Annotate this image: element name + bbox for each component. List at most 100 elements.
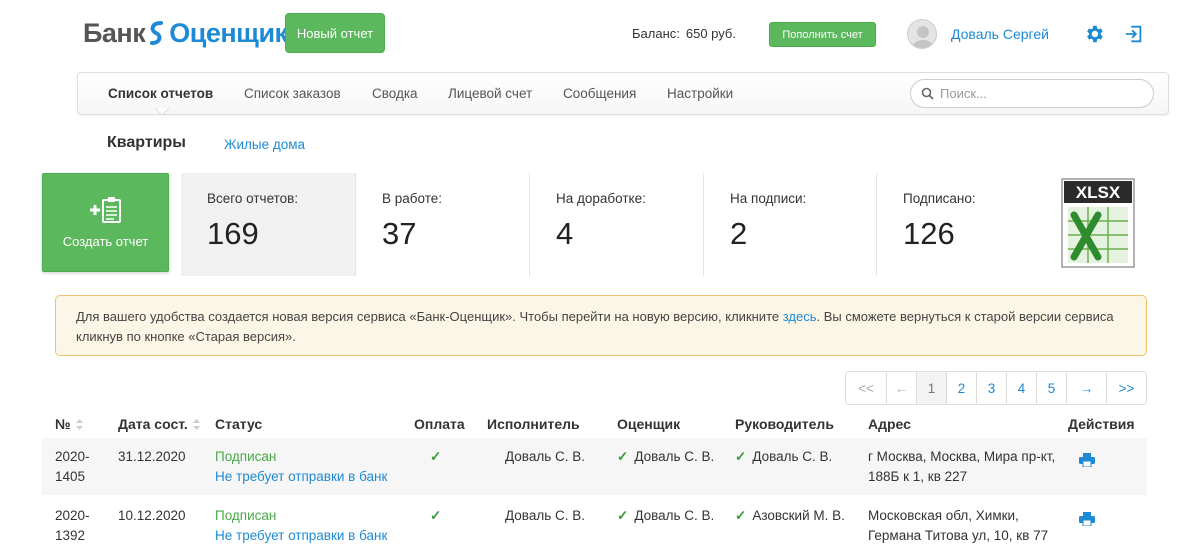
address-line1: г Москва, Москва, Мира пр-кт, <box>868 449 1056 464</box>
print-icon[interactable] <box>1079 512 1095 526</box>
manager-name: Доваль С. В. <box>752 449 833 464</box>
stat-value: 169 <box>207 216 259 251</box>
stat-label: На подписи: <box>730 191 807 206</box>
search-icon <box>921 87 934 100</box>
sort-icon <box>192 419 200 430</box>
status-note-link[interactable]: Не требует отправки в банк <box>215 526 387 546</box>
page-first[interactable]: << <box>846 372 886 404</box>
page-3[interactable]: 3 <box>976 372 1006 404</box>
stat-signed: Подписано: 126 <box>876 173 1050 276</box>
manager-name: Азовский М. В. <box>752 508 845 523</box>
column-header-date[interactable]: Дата сост. <box>118 416 200 432</box>
executor: Доваль С. В. <box>505 449 585 464</box>
balance-value: 650 руб. <box>685 26 736 41</box>
nav-item-orders[interactable]: Список заказов <box>244 86 341 101</box>
balance-label: Баланс: <box>632 26 680 41</box>
column-header-address: Адрес <box>868 416 911 432</box>
report-number-line1: 2020- <box>55 449 90 464</box>
address: Московская обл, Химки, Германа Титова ул… <box>868 506 1048 546</box>
page-last[interactable]: >> <box>1106 372 1146 404</box>
xlsx-label: XLSX <box>1076 183 1121 202</box>
page-prev[interactable]: ← <box>886 372 916 404</box>
executor: Доваль С. В. <box>505 508 585 523</box>
report-number-line2: 1405 <box>55 469 86 484</box>
stat-label: На доработке: <box>556 191 646 206</box>
appraiser: ✓ Доваль С. В. <box>617 447 714 467</box>
appraiser-name: Доваль С. В. <box>634 449 715 464</box>
column-header-actions: Действия <box>1068 416 1135 432</box>
user-name-link[interactable]: Доваль Сергей <box>951 26 1049 42</box>
column-header-manager: Руководитель <box>735 416 834 432</box>
payment-check-icon: ✓ <box>430 508 442 523</box>
report-status: Подписан Не требует отправки в банк <box>215 506 387 546</box>
report-date: 31.12.2020 <box>118 449 186 464</box>
report-number: 2020- 1405 <box>55 447 90 487</box>
status-note-link[interactable]: Не требует отправки в банк <box>215 467 387 487</box>
avatar[interactable] <box>907 19 937 49</box>
notice-link-here[interactable]: здесь <box>783 309 817 324</box>
report-status: Подписан Не требует отправки в банк <box>215 447 387 487</box>
page-next[interactable]: → <box>1066 372 1106 404</box>
stat-label: Всего отчетов: <box>207 191 299 206</box>
search-box <box>910 79 1154 108</box>
address-line2: 188Б к 1, кв 227 <box>868 469 968 484</box>
nav-item-reports[interactable]: Список отчетов <box>108 86 213 101</box>
report-number-line1: 2020- <box>55 508 90 523</box>
logo[interactable]: Банк Оценщик <box>83 14 288 52</box>
report-number: 2020- 1392 <box>55 506 90 546</box>
table-row[interactable]: 2020- 1392 10.12.2020 Подписан Не требуе… <box>42 497 1147 554</box>
sort-icon <box>75 419 83 430</box>
nav-item-settings[interactable]: Настройки <box>667 86 733 101</box>
nav-item-summary[interactable]: Сводка <box>372 86 418 101</box>
create-report-button[interactable]: Создать отчет <box>42 173 169 272</box>
table-row[interactable]: 2020- 1405 31.12.2020 Подписан Не требуе… <box>42 438 1147 495</box>
column-label: № <box>55 416 71 432</box>
column-label: Дата сост. <box>118 416 188 432</box>
column-header-number[interactable]: № <box>55 416 83 432</box>
page-5[interactable]: 5 <box>1036 372 1066 404</box>
new-version-notice: Для вашего удобства создается новая верс… <box>55 295 1147 356</box>
stat-label: В работе: <box>382 191 443 206</box>
payment-check-icon: ✓ <box>430 449 442 464</box>
stat-value: 2 <box>730 216 748 251</box>
stat-value: 126 <box>903 216 955 251</box>
add-document-icon <box>89 197 121 223</box>
manager: ✓ Азовский М. В. <box>735 506 845 526</box>
address-line2: Германа Титова ул, 10, кв 77 <box>868 528 1049 543</box>
active-tab-caret <box>155 108 169 116</box>
logo-text-appraiser: Оценщик <box>169 17 288 48</box>
balance: Баланс: 650 руб. <box>632 26 736 41</box>
stat-in-progress: В работе: 37 <box>355 173 529 276</box>
appraiser: ✓ Доваль С. В. <box>617 506 714 526</box>
page-4[interactable]: 4 <box>1006 372 1036 404</box>
stat-label: Подписано: <box>903 191 976 206</box>
new-report-button[interactable]: Новый отчет <box>285 13 385 53</box>
notice-text-before: Для вашего удобства создается новая верс… <box>76 309 783 324</box>
search-input[interactable] <box>940 86 1140 101</box>
column-header-status: Статус <box>215 416 263 432</box>
nav-item-account[interactable]: Лицевой счет <box>448 86 532 101</box>
subtab-houses[interactable]: Жилые дома <box>224 137 305 152</box>
print-icon[interactable] <box>1079 453 1095 467</box>
nav-item-messages[interactable]: Сообщения <box>563 86 636 101</box>
stat-value: 4 <box>556 216 574 251</box>
check-icon: ✓ <box>735 508 747 523</box>
check-icon: ✓ <box>617 508 629 523</box>
xlsx-export-icon[interactable]: XLSX <box>1058 175 1138 270</box>
subtab-apartments[interactable]: Квартиры <box>107 134 186 152</box>
check-icon: ✓ <box>617 449 629 464</box>
logo-text-bank: Банк <box>83 17 146 48</box>
topup-button[interactable]: Пополнить счет <box>769 22 876 47</box>
page-2[interactable]: 2 <box>946 372 976 404</box>
logo-mark-icon <box>150 21 164 45</box>
column-header-payment: Оплата <box>414 416 465 432</box>
stat-on-signing: На подписи: 2 <box>703 173 877 276</box>
check-icon: ✓ <box>735 449 747 464</box>
pagination: << ← 1 2 3 4 5 → >> <box>845 371 1147 405</box>
stat-total: Всего отчетов: 169 <box>181 173 355 276</box>
status-label: Подписан <box>215 449 277 464</box>
gear-icon[interactable] <box>1083 23 1105 45</box>
logout-icon[interactable] <box>1123 23 1145 45</box>
status-label: Подписан <box>215 508 277 523</box>
page-1[interactable]: 1 <box>916 372 946 404</box>
